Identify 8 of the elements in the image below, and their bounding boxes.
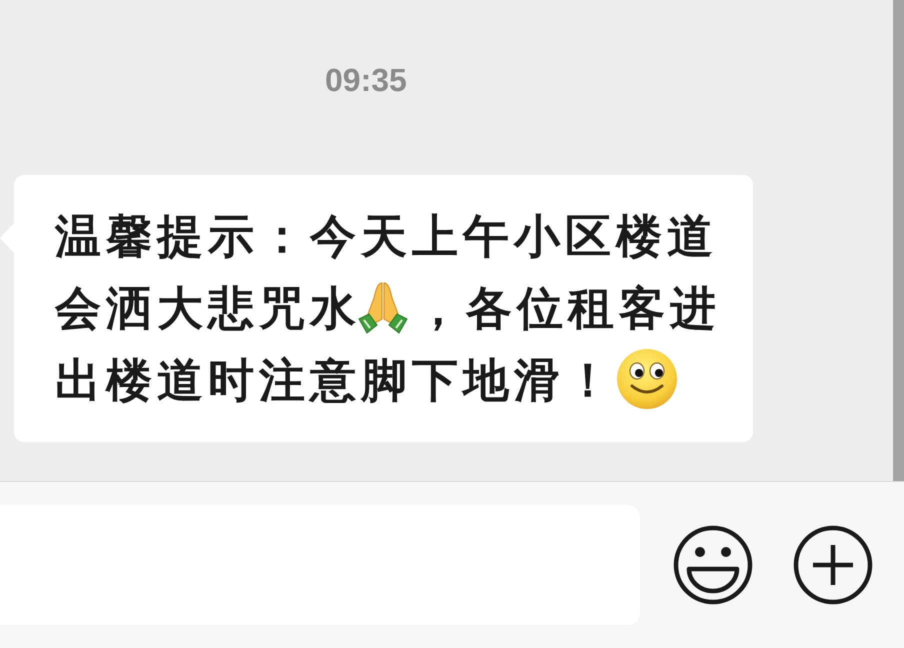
- emoji-button[interactable]: [673, 525, 753, 605]
- scrollbar[interactable]: [893, 0, 904, 481]
- message-text: 温馨提示：今天上午小区楼道会洒大悲咒水 ，各位租客进出楼道时注意脚下地滑！: [55, 200, 735, 416]
- plus-icon: [793, 525, 873, 605]
- add-button[interactable]: [793, 525, 873, 605]
- smiley-icon: [673, 525, 753, 605]
- smiley-emoji-icon: [616, 348, 678, 410]
- timestamp: 09:35: [325, 61, 407, 100]
